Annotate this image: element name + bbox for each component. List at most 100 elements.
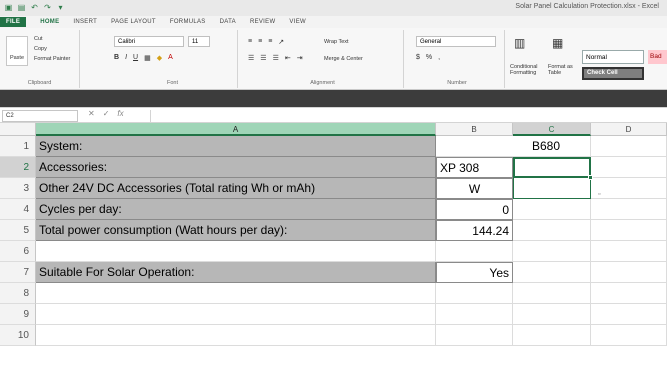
cell-a10[interactable] <box>36 325 436 346</box>
format-as-table-icon[interactable]: ▦ <box>552 36 563 50</box>
cell-b7[interactable]: Yes <box>436 262 513 283</box>
cell-d4[interactable] <box>591 199 667 220</box>
cell-c5[interactable] <box>513 220 591 241</box>
style-normal[interactable]: Normal <box>582 50 644 64</box>
outdent-icon[interactable]: ⇥ <box>297 54 303 62</box>
format-painter-button[interactable]: Format Painter <box>34 56 70 62</box>
conditional-formatting-button[interactable]: Conditional Formatting <box>510 64 544 76</box>
format-as-table-button[interactable]: Format as Table <box>548 64 578 76</box>
cell-c9[interactable] <box>513 304 591 325</box>
font-size-select[interactable]: 11 <box>188 36 210 47</box>
cell-a2[interactable]: Accessories: <box>36 157 436 178</box>
tab-file[interactable]: FILE <box>0 17 27 27</box>
cell-c7[interactable] <box>513 262 591 283</box>
align-top-icon[interactable]: ≡ <box>248 38 252 46</box>
fill-handle[interactable] <box>588 175 593 180</box>
italic-button[interactable]: I <box>125 54 127 62</box>
cell-a5[interactable]: Total power consumption (Watt hours per … <box>36 220 436 241</box>
cell-d7[interactable] <box>591 262 667 283</box>
align-right-icon[interactable]: ☰ <box>273 54 279 62</box>
undo-icon[interactable]: ↶ <box>30 3 39 12</box>
column-header-a[interactable]: A <box>36 123 436 136</box>
cell-d10[interactable] <box>591 325 667 346</box>
row-header-2[interactable]: 2 <box>0 157 36 178</box>
customize-icon[interactable]: ▾ <box>56 3 65 12</box>
borders-icon[interactable]: ▦ <box>144 54 151 62</box>
row-header-9[interactable]: 9 <box>0 304 36 325</box>
save-icon[interactable]: ▤ <box>17 3 26 12</box>
cell-d1[interactable] <box>591 136 667 157</box>
formula-input[interactable] <box>150 110 662 122</box>
style-bad[interactable]: Bad <box>648 50 667 64</box>
cancel-icon[interactable]: ✕ <box>88 109 95 118</box>
cell-b2[interactable]: XP 308 <box>436 157 513 178</box>
cell-c8[interactable] <box>513 283 591 304</box>
conditional-formatting-icon[interactable]: ▥ <box>514 36 525 50</box>
copy-button[interactable]: Copy <box>34 46 47 52</box>
cell-a6[interactable] <box>36 241 436 262</box>
percent-button[interactable]: % <box>426 54 432 61</box>
fx-icon[interactable]: fx <box>117 109 123 118</box>
font-name-select[interactable]: Calibri <box>114 36 184 47</box>
font-color-icon[interactable]: A <box>168 54 173 62</box>
row-header-1[interactable]: 1 <box>0 136 36 157</box>
tab-home[interactable]: HOME <box>40 19 59 25</box>
number-format-select[interactable]: General <box>416 36 496 47</box>
enter-icon[interactable]: ✓ <box>103 109 110 118</box>
row-header-5[interactable]: 5 <box>0 220 36 241</box>
redo-icon[interactable]: ↷ <box>43 3 52 12</box>
paste-options-icon[interactable]: ▫ <box>598 191 600 198</box>
row-header-8[interactable]: 8 <box>0 283 36 304</box>
align-left-icon[interactable]: ☰ <box>248 54 254 62</box>
cell-b5[interactable]: 144.24 <box>436 220 513 241</box>
tab-view[interactable]: VIEW <box>289 19 306 25</box>
cell-d2[interactable] <box>591 157 667 178</box>
cell-c3[interactable] <box>513 178 591 199</box>
name-box[interactable]: C2 <box>2 110 78 122</box>
align-bottom-icon[interactable]: ≡ <box>268 38 272 46</box>
wrap-text-button[interactable]: Wrap Text <box>324 39 349 45</box>
cell-b10[interactable] <box>436 325 513 346</box>
tab-insert[interactable]: INSERT <box>73 19 97 25</box>
cut-button[interactable]: Cut <box>34 36 43 42</box>
cell-d3[interactable] <box>591 178 667 199</box>
align-middle-icon[interactable]: ≡ <box>258 38 262 46</box>
underline-button[interactable]: U <box>133 54 138 62</box>
cell-b9[interactable] <box>436 304 513 325</box>
style-check-cell[interactable]: Check Cell <box>582 67 644 80</box>
row-header-3[interactable]: 3 <box>0 178 36 199</box>
cell-b8[interactable] <box>436 283 513 304</box>
tab-page-layout[interactable]: PAGE LAYOUT <box>111 19 156 25</box>
select-all-corner[interactable] <box>0 123 36 136</box>
cell-b4[interactable]: 0 <box>436 199 513 220</box>
row-header-10[interactable]: 10 <box>0 325 36 346</box>
tab-data[interactable]: DATA <box>220 19 236 25</box>
merge-center-button[interactable]: Merge & Center <box>324 56 363 62</box>
column-header-b[interactable]: B <box>436 123 513 136</box>
cell-b1[interactable]: B680 <box>436 136 591 157</box>
cell-a7[interactable]: Suitable For Solar Operation: <box>36 262 436 283</box>
tab-review[interactable]: REVIEW <box>250 19 275 25</box>
cell-b3[interactable]: W <box>436 178 513 199</box>
cell-c10[interactable] <box>513 325 591 346</box>
cell-a8[interactable] <box>36 283 436 304</box>
indent-icon[interactable]: ⇤ <box>285 54 291 62</box>
cell-a4[interactable]: Cycles per day: <box>36 199 436 220</box>
cell-c2-active[interactable] <box>513 157 591 178</box>
cell-b6[interactable] <box>436 241 513 262</box>
row-header-4[interactable]: 4 <box>0 199 36 220</box>
paste-button[interactable]: Paste <box>6 36 28 66</box>
comma-button[interactable]: , <box>438 54 440 61</box>
cell-d9[interactable] <box>591 304 667 325</box>
cell-a3[interactable]: Other 24V DC Accessories (Total rating W… <box>36 178 436 199</box>
cell-a9[interactable] <box>36 304 436 325</box>
cell-c4[interactable] <box>513 199 591 220</box>
currency-button[interactable]: $ <box>416 54 420 61</box>
column-header-d[interactable]: D <box>591 123 667 136</box>
row-header-6[interactable]: 6 <box>0 241 36 262</box>
cell-d8[interactable] <box>591 283 667 304</box>
align-center-icon[interactable]: ☰ <box>260 54 266 62</box>
cell-d5[interactable] <box>591 220 667 241</box>
tab-formulas[interactable]: FORMULAS <box>170 19 206 25</box>
cell-a1[interactable]: System: <box>36 136 436 157</box>
